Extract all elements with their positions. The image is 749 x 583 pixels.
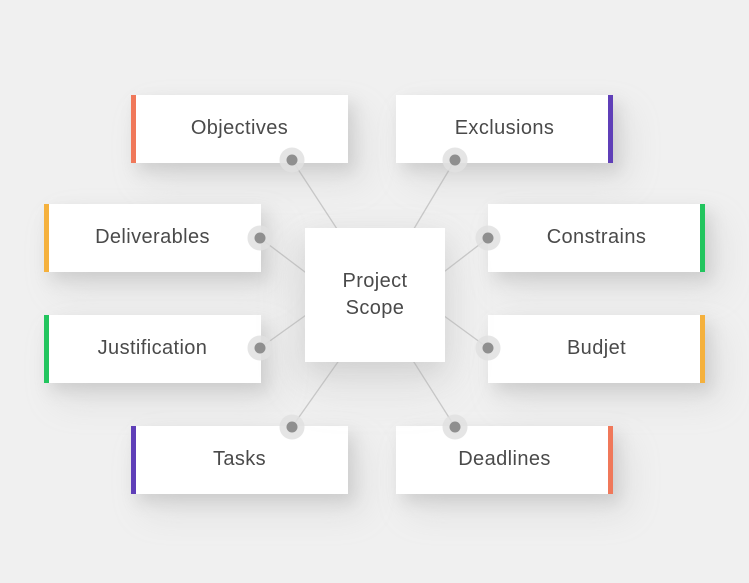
node-label-justification: Justification <box>97 337 208 360</box>
node-label-tasks: Tasks <box>212 448 267 471</box>
accent-bar-budjet <box>700 315 705 383</box>
accent-bar-justification <box>44 315 49 383</box>
connector-dot-deliverables[interactable] <box>254 232 266 244</box>
accent-bar-constrains <box>700 204 705 272</box>
center-node-label: Project Scope <box>342 270 408 319</box>
connector-dot-budjet[interactable] <box>482 342 494 354</box>
connector-dot-justification[interactable] <box>254 342 266 354</box>
node-justification[interactable]: Justification <box>44 315 261 383</box>
node-label-deadlines: Deadlines <box>458 448 551 471</box>
accent-bar-tasks <box>131 426 136 494</box>
node-deadlines[interactable]: Deadlines <box>396 426 613 494</box>
edge-deadlines <box>411 358 456 428</box>
connector-dot-objectives[interactable] <box>286 154 298 166</box>
node-budjet[interactable]: Budjet <box>488 315 705 383</box>
edge-exclusions <box>411 159 456 233</box>
center-node-project-scope[interactable]: Project Scope <box>305 228 445 362</box>
connector-dot-constrains[interactable] <box>482 232 494 244</box>
node-tasks[interactable]: Tasks <box>131 426 348 494</box>
accent-bar-deadlines <box>608 426 613 494</box>
edge-tasks <box>291 358 341 428</box>
node-objectives[interactable]: Objectives <box>131 95 348 163</box>
connector-dot-exclusions[interactable] <box>449 154 461 166</box>
node-label-objectives: Objectives <box>190 117 289 140</box>
connector-dot-deadlines[interactable] <box>449 421 461 433</box>
node-label-exclusions: Exclusions <box>454 117 555 140</box>
node-label-budjet: Budjet <box>566 337 627 360</box>
mindmap-diagram: Objectives Exclusions Deliverables Constrai… <box>0 0 749 583</box>
accent-bar-objectives <box>131 95 136 163</box>
accent-bar-exclusions <box>608 95 613 163</box>
edge-objectives <box>291 159 340 233</box>
node-exclusions[interactable]: Exclusions <box>396 95 613 163</box>
node-constrains[interactable]: Constrains <box>488 204 705 272</box>
node-label-deliverables: Deliverables <box>95 226 210 249</box>
node-deliverables[interactable]: Deliverables <box>44 204 261 272</box>
connector-dot-tasks[interactable] <box>286 421 298 433</box>
node-label-constrains: Constrains <box>546 226 647 249</box>
accent-bar-deliverables <box>44 204 49 272</box>
